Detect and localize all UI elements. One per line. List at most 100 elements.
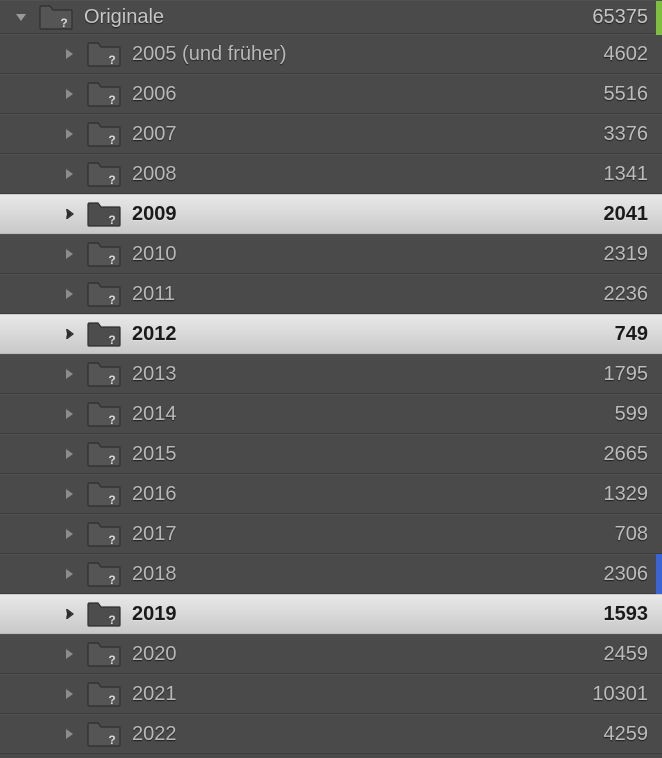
folder-missing-icon: ? xyxy=(86,600,122,628)
folder-missing-icon: ? xyxy=(86,160,122,188)
svg-text:?: ? xyxy=(108,413,115,427)
svg-text:?: ? xyxy=(108,653,115,667)
folder-row[interactable]: ? 2011 2236 xyxy=(0,274,662,314)
folder-missing-icon: ? xyxy=(86,80,122,108)
folder-row[interactable]: ? 2018 2306 xyxy=(0,554,662,594)
svg-text:?: ? xyxy=(108,213,115,227)
disclosure-triangle-icon[interactable] xyxy=(58,283,80,305)
folder-row[interactable]: ? 2021 10301 xyxy=(0,674,662,714)
svg-text:?: ? xyxy=(108,293,115,307)
disclosure-triangle-icon[interactable] xyxy=(58,403,80,425)
folder-panel: ? Originale 65375 ? 2005 (und frü xyxy=(0,0,662,758)
folder-missing-icon: ? xyxy=(86,560,122,588)
folder-row[interactable]: ? 2010 2319 xyxy=(0,234,662,274)
disclosure-triangle-icon[interactable] xyxy=(58,123,80,145)
folder-row[interactable]: ? 2006 5516 xyxy=(0,74,662,114)
folder-count: 2319 xyxy=(604,243,649,266)
svg-text:?: ? xyxy=(108,133,115,147)
folder-missing-icon: ? xyxy=(86,40,122,68)
svg-text:?: ? xyxy=(108,253,115,267)
folder-label: 2015 xyxy=(132,443,604,466)
disclosure-triangle-icon[interactable] xyxy=(58,43,80,65)
folder-label: 2017 xyxy=(132,523,615,546)
svg-text:?: ? xyxy=(108,613,115,627)
svg-text:?: ? xyxy=(60,16,67,30)
folder-row[interactable]: ? 2017 708 xyxy=(0,514,662,554)
disclosure-triangle-icon[interactable] xyxy=(58,363,80,385)
disclosure-triangle-icon[interactable] xyxy=(58,563,80,585)
folder-count: 4602 xyxy=(604,43,649,66)
folder-label: 2006 xyxy=(132,83,604,106)
disclosure-triangle-icon[interactable] xyxy=(10,6,32,28)
folder-row[interactable]: ? 2019 1593 xyxy=(0,594,662,634)
folder-missing-icon: ? xyxy=(86,240,122,268)
disclosure-triangle-icon[interactable] xyxy=(58,443,80,465)
svg-text:?: ? xyxy=(108,693,115,707)
folder-label: 2013 xyxy=(132,363,604,386)
folder-label: 2010 xyxy=(132,243,604,266)
folder-missing-icon: ? xyxy=(86,520,122,548)
folder-missing-icon: ? xyxy=(86,640,122,668)
folder-count: 2306 xyxy=(604,563,649,586)
folder-label: Originale xyxy=(84,6,592,29)
folder-count: 2665 xyxy=(604,443,649,466)
folder-label: 2016 xyxy=(132,483,604,506)
folder-count: 65375 xyxy=(592,6,648,29)
svg-text:?: ? xyxy=(108,373,115,387)
svg-text:?: ? xyxy=(108,53,115,67)
folder-children: ? 2005 (und früher) 4602 ? 2006 5516 xyxy=(0,34,662,754)
folder-count: 2041 xyxy=(604,203,649,226)
folder-label: 2008 xyxy=(132,163,604,186)
disclosure-triangle-icon[interactable] xyxy=(58,203,80,225)
svg-text:?: ? xyxy=(108,173,115,187)
folder-missing-icon: ? xyxy=(86,400,122,428)
folder-row[interactable]: ? 2008 1341 xyxy=(0,154,662,194)
disclosure-triangle-icon[interactable] xyxy=(58,83,80,105)
disclosure-triangle-icon[interactable] xyxy=(58,323,80,345)
disclosure-triangle-icon[interactable] xyxy=(58,643,80,665)
folder-missing-icon: ? xyxy=(38,3,74,31)
disclosure-triangle-icon[interactable] xyxy=(58,603,80,625)
folder-row[interactable]: ? 2014 599 xyxy=(0,394,662,434)
folder-count: 599 xyxy=(615,403,648,426)
folder-label: 2018 xyxy=(132,563,604,586)
folder-label: 2009 xyxy=(132,203,604,226)
folder-row[interactable]: ? 2015 2665 xyxy=(0,434,662,474)
folder-missing-icon: ? xyxy=(86,440,122,468)
folder-row[interactable]: ? 2013 1795 xyxy=(0,354,662,394)
disclosure-triangle-icon[interactable] xyxy=(58,723,80,745)
folder-label: 2007 xyxy=(132,123,604,146)
folder-row[interactable]: ? 2005 (und früher) 4602 xyxy=(0,34,662,74)
disclosure-triangle-icon[interactable] xyxy=(58,243,80,265)
folder-row[interactable]: ? 2016 1329 xyxy=(0,474,662,514)
folder-row[interactable]: ? 2020 2459 xyxy=(0,634,662,674)
folder-count: 4259 xyxy=(604,723,649,746)
svg-text:?: ? xyxy=(108,93,115,107)
folder-row[interactable]: ? 2009 2041 xyxy=(0,194,662,234)
folder-label: 2021 xyxy=(132,683,592,706)
folder-row[interactable]: ? 2022 4259 xyxy=(0,714,662,754)
folder-missing-icon: ? xyxy=(86,280,122,308)
folder-count: 2459 xyxy=(604,643,649,666)
folder-label: 2011 xyxy=(132,283,604,306)
folder-row[interactable]: ? 2012 749 xyxy=(0,314,662,354)
color-label-green xyxy=(656,1,662,35)
folder-row[interactable]: ? 2007 3376 xyxy=(0,114,662,154)
disclosure-triangle-icon[interactable] xyxy=(58,163,80,185)
folder-row-root[interactable]: ? Originale 65375 xyxy=(0,0,662,34)
folder-count: 2236 xyxy=(604,283,649,306)
disclosure-triangle-icon[interactable] xyxy=(58,483,80,505)
folder-label: 2005 (und früher) xyxy=(132,43,604,66)
folder-missing-icon: ? xyxy=(86,360,122,388)
folder-missing-icon: ? xyxy=(86,120,122,148)
svg-text:?: ? xyxy=(108,733,115,747)
disclosure-triangle-icon[interactable] xyxy=(58,683,80,705)
folder-missing-icon: ? xyxy=(86,720,122,748)
folder-count: 1329 xyxy=(604,483,649,506)
folder-label: 2020 xyxy=(132,643,604,666)
folder-count: 3376 xyxy=(604,123,649,146)
folder-label: 2014 xyxy=(132,403,615,426)
folder-label: 2022 xyxy=(132,723,604,746)
disclosure-triangle-icon[interactable] xyxy=(58,523,80,545)
folder-missing-icon: ? xyxy=(86,680,122,708)
